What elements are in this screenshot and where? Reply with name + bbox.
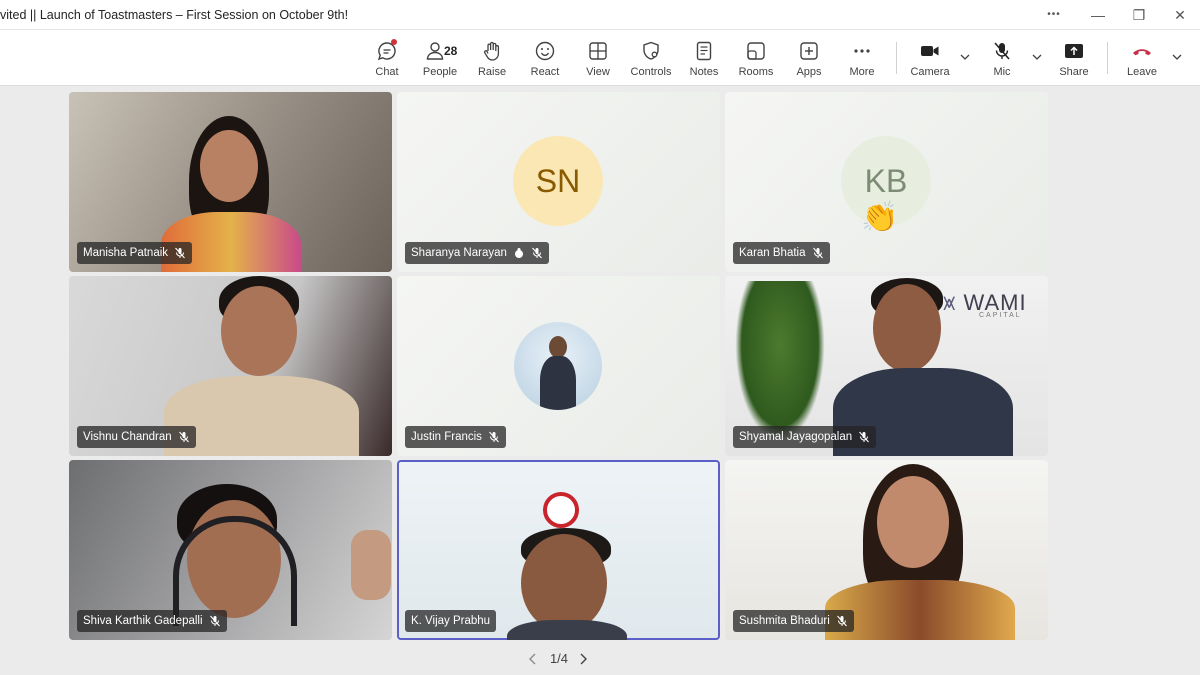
hand-icon xyxy=(483,41,500,61)
notes-icon xyxy=(696,41,712,61)
muted-mic-icon xyxy=(178,431,189,443)
smiley-icon xyxy=(535,41,555,61)
participant-name-tag: Justin Francis xyxy=(405,426,506,448)
rooms-icon xyxy=(747,42,765,60)
raised-hand xyxy=(351,530,391,600)
share-button[interactable]: Share xyxy=(1048,36,1100,82)
participant-name: Shiva Karthik Gadepalli xyxy=(83,615,203,627)
participant-name-tag: K. Vijay Prabhu xyxy=(405,610,497,632)
shield-gear-icon xyxy=(643,41,659,60)
participant-name: Vishnu Chandran xyxy=(83,431,172,443)
meeting-title: vited || Launch of Toastmasters – First … xyxy=(0,8,349,22)
muted-mic-icon xyxy=(859,431,870,443)
muted-mic-icon xyxy=(489,431,499,443)
camera-label: Camera xyxy=(910,66,950,78)
mic-off-icon xyxy=(994,42,1010,60)
leave-label: Leave xyxy=(1127,66,1157,78)
video-tile[interactable]: SN Sharanya Narayan xyxy=(397,92,720,272)
video-tile[interactable]: Manisha Patnaik xyxy=(69,92,392,272)
participant-name: Shyamal Jayagopalan xyxy=(739,431,853,443)
mic-options-chevron-icon[interactable] xyxy=(1030,50,1044,64)
people-icon xyxy=(426,42,444,60)
minimize-icon[interactable]: — xyxy=(1083,4,1113,26)
leave-button[interactable]: Leave xyxy=(1116,36,1168,82)
avatar-initials: SN xyxy=(535,163,581,199)
participant-name-tag: Sushmita Bhaduri xyxy=(733,610,854,632)
participant-avatar: SN xyxy=(513,136,603,226)
more-label: More xyxy=(849,66,875,78)
grid-view-icon xyxy=(589,42,607,60)
participant-name-tag: Shiva Karthik Gadepalli xyxy=(77,610,227,632)
add-apps-icon xyxy=(800,42,818,60)
more-options-icon[interactable]: ••• xyxy=(1039,4,1069,26)
muted-mic-icon xyxy=(531,247,542,259)
wami-logo: ⩙ WAMI CAPITAL xyxy=(943,290,1027,319)
restore-icon[interactable]: ❐ xyxy=(1124,4,1154,26)
more-button[interactable]: More xyxy=(836,36,888,82)
hand-icon xyxy=(514,248,523,258)
video-tile[interactable]: Justin Francis xyxy=(397,276,720,456)
video-tile[interactable]: Vishnu Chandran xyxy=(69,276,392,456)
avatar-initials: KB xyxy=(864,163,908,199)
next-page-chevron-icon[interactable] xyxy=(576,650,590,668)
camera-button[interactable]: Camera xyxy=(904,36,956,82)
participant-name-tag: Vishnu Chandran xyxy=(77,426,196,448)
hang-up-icon xyxy=(1133,49,1151,56)
close-icon[interactable]: ✕ xyxy=(1165,4,1195,26)
camera-icon xyxy=(921,46,939,56)
share-label: Share xyxy=(1059,66,1089,78)
muted-mic-icon xyxy=(836,615,847,627)
video-tile[interactable]: Shiva Karthik Gadepalli xyxy=(69,460,392,640)
video-tile[interactable]: ⩙ WAMI CAPITAL Shyamal Jayagopalan xyxy=(725,276,1048,456)
video-tile[interactable]: KB 👏 Karan Bhatia xyxy=(725,92,1048,272)
share-screen-icon xyxy=(1065,44,1083,58)
wall-clock xyxy=(543,492,579,528)
camera-options-chevron-icon[interactable] xyxy=(958,50,972,64)
muted-mic-icon xyxy=(175,247,185,259)
title-bar: vited || Launch of Toastmasters – First … xyxy=(0,0,1200,30)
muted-mic-icon xyxy=(209,615,220,627)
participant-name: Justin Francis xyxy=(411,431,482,443)
participant-name-tag: Manisha Patnaik xyxy=(77,242,193,264)
mic-button[interactable]: Mic xyxy=(976,36,1028,82)
video-tile[interactable]: Sushmita Bhaduri xyxy=(725,460,1048,640)
more-icon xyxy=(854,49,870,53)
participant-name-tag: Shyamal Jayagopalan xyxy=(733,426,877,448)
participant-name: K. Vijay Prabhu xyxy=(411,615,491,627)
mic-label: Mic xyxy=(993,66,1011,78)
leave-options-chevron-icon[interactable] xyxy=(1170,50,1184,64)
muted-mic-icon xyxy=(812,247,823,259)
participant-name: Sharanya Narayan xyxy=(411,247,507,259)
participant-name: Sushmita Bhaduri xyxy=(739,615,830,627)
people-count: 28 xyxy=(444,44,458,58)
clap-reaction-icon: 👏 xyxy=(861,201,899,234)
participant-name-tag: Karan Bhatia xyxy=(733,242,830,264)
wami-logo-subtext: CAPITAL xyxy=(979,312,1022,319)
participant-name: Manisha Patnaik xyxy=(83,247,169,259)
video-tile-active-speaker[interactable]: K. Vijay Prabhu xyxy=(397,460,720,640)
participant-name-tag: Sharanya Narayan xyxy=(405,242,549,264)
participant-avatar xyxy=(514,322,602,410)
meeting-toolbar: Chat 28 People Raise React View Controls… xyxy=(0,30,1200,86)
participant-name: Karan Bhatia xyxy=(739,247,806,259)
chat-unread-dot xyxy=(391,39,397,45)
plant-background xyxy=(735,281,825,441)
